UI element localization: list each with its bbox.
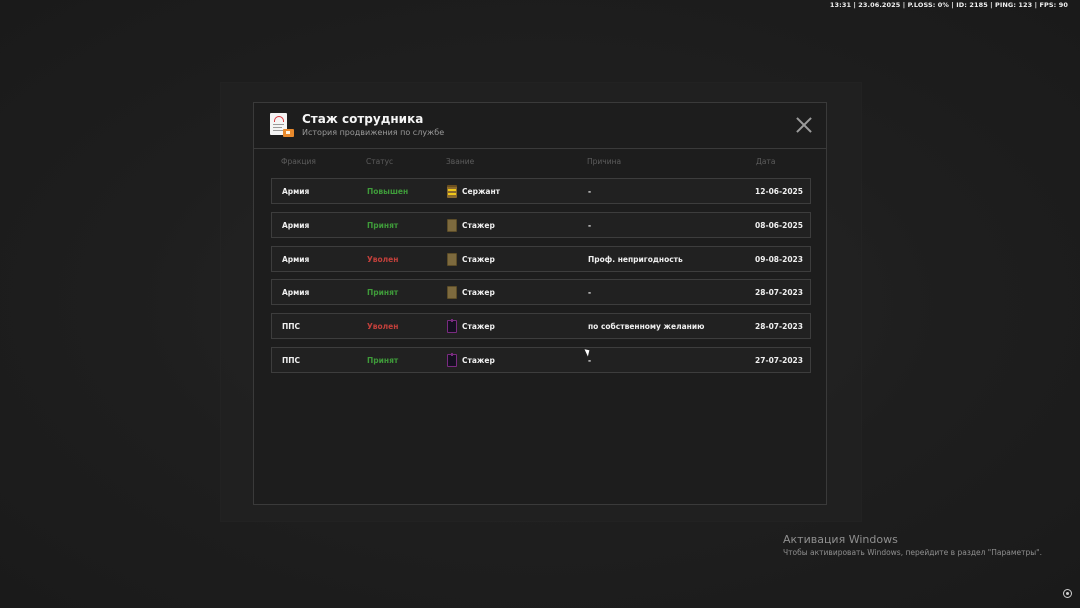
table-row[interactable]: ППС Уволен Стажер по собственному желани… xyxy=(271,313,811,340)
windows-activation-watermark: Активация Windows Чтобы активировать Win… xyxy=(783,533,1042,557)
status-cell: Повышен xyxy=(367,187,409,196)
table-header: Фракция Статус Звание Причина Дата xyxy=(271,157,811,169)
pps-insignia-icon xyxy=(447,319,457,334)
rank-cell: Стажер xyxy=(462,322,495,332)
hud-status-bar: 13:31 | 23.06.2025 | P.LOSS: 0% | ID: 21… xyxy=(829,1,1068,9)
table-row[interactable]: Армия Повышен Сержант - 12-06-2025 xyxy=(271,178,811,204)
modal-title: Стаж сотрудника xyxy=(302,112,424,126)
reason-cell: по собственному желанию xyxy=(588,322,705,332)
column-header-rank: Звание xyxy=(446,157,475,166)
status-cell: Принят xyxy=(367,220,399,230)
reason-cell: Проф. непригодность xyxy=(588,254,683,264)
column-header-date: Дата xyxy=(756,157,776,166)
army-insignia-icon xyxy=(447,252,457,266)
history-table: Армия Повышен Сержант - 12-06-2025 Армия… xyxy=(271,178,811,381)
reason-cell: - xyxy=(588,288,592,298)
date-cell: 12-06-2025 xyxy=(755,187,803,196)
service-history-modal: Стаж сотрудника История продвижения по с… xyxy=(253,102,827,505)
tray-record-icon[interactable] xyxy=(1063,589,1072,598)
army-insignia-icon xyxy=(447,286,457,300)
modal-header: Стаж сотрудника История продвижения по с… xyxy=(254,103,826,149)
rank-cell: Стажер xyxy=(462,288,495,298)
rank-cell: Стажер xyxy=(462,220,495,230)
table-row[interactable]: Армия Уволен Стажер Проф. непригодность … xyxy=(271,245,811,272)
rank-cell: Стажер xyxy=(462,254,495,264)
reason-cell: - xyxy=(588,220,592,230)
faction-cell: ППС xyxy=(282,355,301,365)
faction-cell: Армия xyxy=(282,187,310,196)
date-cell: 28-07-2023 xyxy=(755,322,803,332)
status-cell: Принят xyxy=(367,288,399,298)
table-row[interactable]: Армия Принят Стажер - 08-06-2025 xyxy=(271,211,811,238)
date-cell: 27-07-2023 xyxy=(755,355,803,365)
rank-cell: Сержант xyxy=(462,187,501,196)
faction-cell: Армия xyxy=(282,254,310,264)
column-header-faction: Фракция xyxy=(281,157,316,166)
watermark-subtitle: Чтобы активировать Windows, перейдите в … xyxy=(783,548,1042,557)
watermark-title: Активация Windows xyxy=(783,533,898,546)
column-header-status: Статус xyxy=(366,157,394,166)
table-row[interactable]: ППС Принят Стажер - 27-07-2023 xyxy=(271,346,811,373)
modal-subtitle: История продвижения по службе xyxy=(302,128,445,137)
table-row[interactable]: Армия Принят Стажер - 28-07-2023 xyxy=(271,279,811,306)
faction-cell: ППС xyxy=(282,322,301,332)
column-header-reason: Причина xyxy=(587,157,622,166)
reason-cell: - xyxy=(588,355,592,365)
status-cell: Уволен xyxy=(367,254,399,264)
status-cell: Принят xyxy=(367,355,399,365)
sergeant-insignia-icon xyxy=(447,185,457,198)
army-insignia-icon xyxy=(447,218,457,232)
date-cell: 09-08-2023 xyxy=(755,254,803,264)
close-icon[interactable] xyxy=(796,117,812,133)
reason-cell: - xyxy=(588,187,592,196)
rank-cell: Стажер xyxy=(462,355,495,365)
pps-insignia-icon xyxy=(447,352,457,367)
faction-cell: Армия xyxy=(282,288,310,298)
date-cell: 28-07-2023 xyxy=(755,288,803,298)
document-stamp-icon xyxy=(270,113,294,137)
date-cell: 08-06-2025 xyxy=(755,220,803,230)
faction-cell: Армия xyxy=(282,220,310,230)
status-cell: Уволен xyxy=(367,322,399,332)
